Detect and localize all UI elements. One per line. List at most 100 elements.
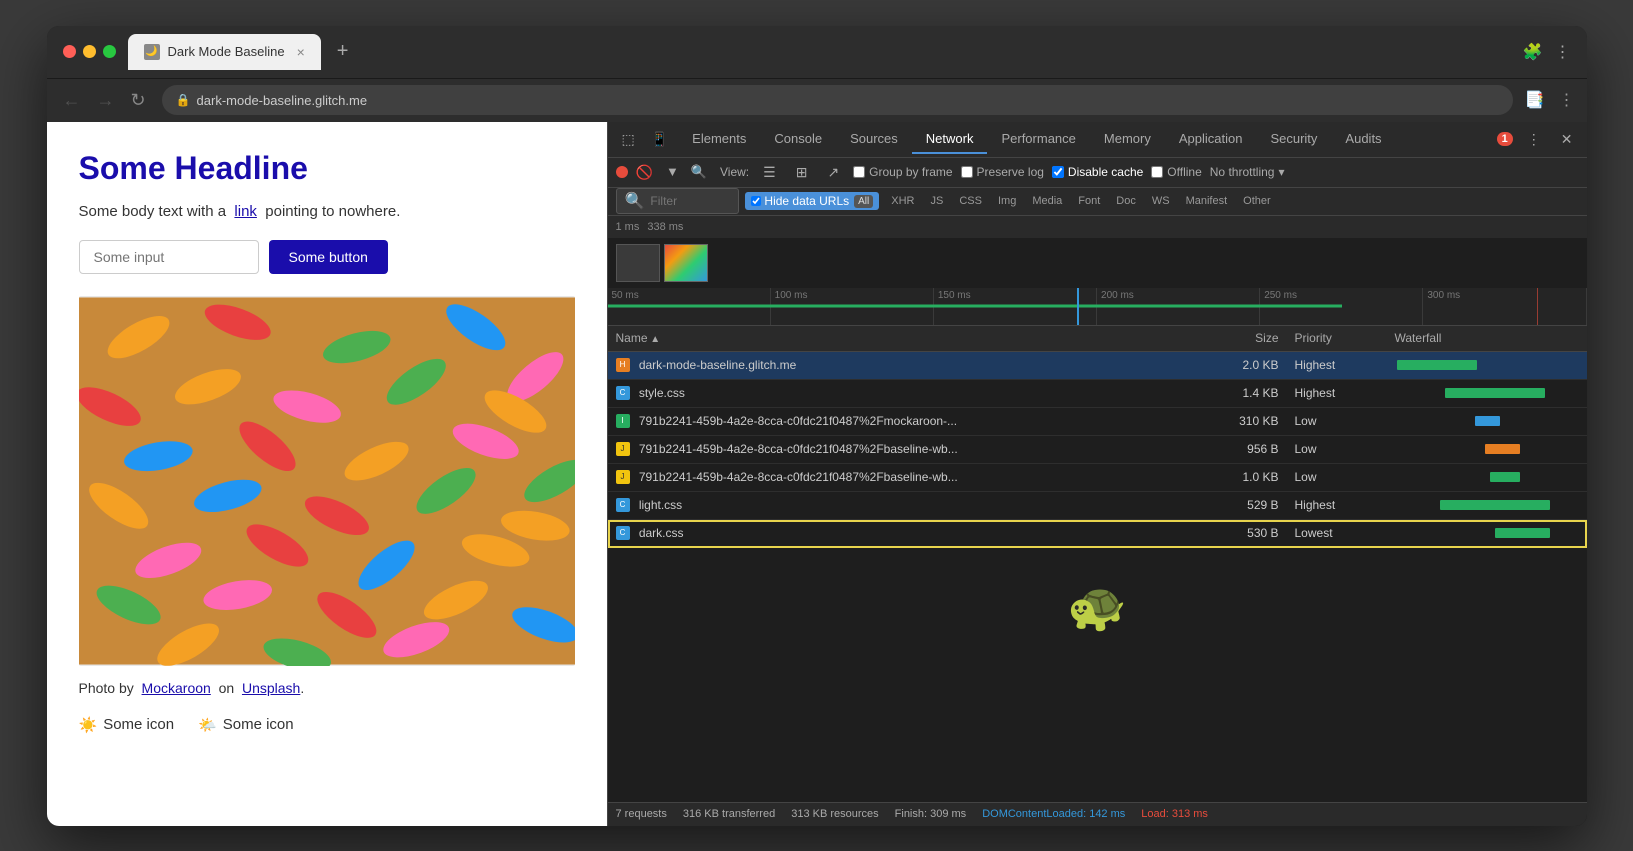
inspect-icon[interactable]: ⬚	[616, 127, 641, 152]
new-tab-button[interactable]: +	[329, 36, 357, 67]
type-filter-font[interactable]: Font	[1072, 193, 1106, 209]
filter-input[interactable]	[650, 194, 730, 208]
unsplash-link[interactable]: Unsplash	[242, 680, 300, 696]
table-row[interactable]: I 791b2241-459b-4a2e-8cca-c0fdc21f0487%2…	[608, 408, 1587, 436]
some-input[interactable]	[79, 240, 259, 274]
row-priority: Lowest	[1287, 526, 1387, 540]
row-priority: Highest	[1287, 386, 1387, 400]
record-button[interactable]	[616, 166, 628, 178]
group-by-frame-input[interactable]	[853, 166, 865, 178]
cursor-icon[interactable]: ↗	[821, 160, 845, 185]
page-link[interactable]: link	[234, 203, 257, 220]
type-filter-xhr[interactable]: XHR	[885, 193, 920, 209]
type-filter-doc[interactable]: Doc	[1110, 193, 1142, 209]
some-button[interactable]: Some button	[269, 240, 388, 274]
tab-memory[interactable]: Memory	[1090, 125, 1165, 154]
view-list-icon[interactable]: ☰	[757, 160, 782, 185]
throttling-select[interactable]: No throttling ▾	[1210, 165, 1285, 179]
row-waterfall	[1387, 498, 1587, 512]
hide-data-urls-checkbox[interactable]	[751, 196, 761, 206]
row-waterfall	[1387, 526, 1587, 540]
photo-credit: Photo by Mockaroon on Unsplash.	[79, 680, 575, 696]
table-row[interactable]: C dark.css 530 B Lowest	[608, 520, 1587, 548]
search-icon[interactable]: 🔍	[686, 162, 712, 182]
type-filter-img[interactable]: Img	[992, 193, 1022, 209]
table-row[interactable]: C light.css 529 B Highest	[608, 492, 1587, 520]
type-filter-ws[interactable]: WS	[1146, 193, 1176, 209]
tab-network[interactable]: Network	[912, 125, 988, 154]
close-button[interactable]	[63, 45, 76, 58]
type-filter-manifest[interactable]: Manifest	[1180, 193, 1234, 209]
table-row[interactable]: H dark-mode-baseline.glitch.me 2.0 KB Hi…	[608, 352, 1587, 380]
preserve-log-input[interactable]	[961, 166, 973, 178]
devtools-topbar: ⬚ 📱 Elements Console Sources Network Per…	[608, 122, 1587, 158]
filter-icon[interactable]: ▼	[661, 162, 684, 182]
maximize-button[interactable]	[103, 45, 116, 58]
group-by-frame-checkbox[interactable]: Group by frame	[853, 165, 952, 179]
type-filter-other[interactable]: Other	[1237, 193, 1277, 209]
lock-icon: 🔒	[176, 93, 191, 107]
row-name: J 791b2241-459b-4a2e-8cca-c0fdc21f0487%2…	[608, 442, 1187, 457]
view-grid-icon[interactable]: ⊞	[790, 160, 814, 185]
bookmark-icon[interactable]: 📑	[1525, 90, 1545, 110]
col-header-size[interactable]: Size	[1187, 331, 1287, 345]
waterfall-bar	[1397, 360, 1477, 370]
table-row[interactable]: C style.css 1.4 KB Highest	[608, 380, 1587, 408]
more-icon[interactable]: ⋮	[1555, 42, 1571, 62]
tab-favicon: 🌙	[144, 44, 160, 60]
forward-button[interactable]: →	[93, 88, 119, 113]
disable-cache-checkbox[interactable]: Disable cache	[1052, 165, 1143, 179]
clear-button[interactable]: 🚫	[636, 164, 653, 181]
sun-icon-2: 🌤️	[198, 716, 217, 734]
tab-audits[interactable]: Audits	[1331, 125, 1395, 154]
hide-data-urls-label: Hide data URLs	[764, 194, 849, 208]
col-header-name[interactable]: Name	[608, 331, 1187, 345]
col-header-waterfall[interactable]: Waterfall	[1387, 331, 1587, 345]
tab-application[interactable]: Application	[1165, 125, 1257, 154]
col-header-priority[interactable]: Priority	[1287, 331, 1387, 345]
type-filter-js[interactable]: JS	[925, 193, 950, 209]
file-icon: C	[616, 498, 630, 512]
view-label: View:	[720, 165, 749, 179]
waterfall-bar	[1495, 528, 1550, 538]
close-devtools-icon[interactable]: ✕	[1555, 127, 1579, 152]
row-name: C light.css	[608, 498, 1187, 513]
timeline-ruler[interactable]: 50 ms 100 ms 150 ms 200 ms 250 ms 300 ms	[608, 288, 1587, 325]
mockaroon-link[interactable]: Mockaroon	[142, 680, 211, 696]
window-controls: 🧩 ⋮	[1523, 42, 1571, 62]
row-size: 2.0 KB	[1187, 358, 1287, 372]
tab-performance[interactable]: Performance	[987, 125, 1089, 154]
tab-close-button[interactable]: ×	[297, 44, 305, 60]
row-waterfall	[1387, 442, 1587, 456]
offline-input[interactable]	[1151, 166, 1163, 178]
back-button[interactable]: ←	[59, 88, 85, 113]
extensions-icon[interactable]: 🧩	[1523, 42, 1543, 62]
device-icon[interactable]: 📱	[645, 127, 674, 152]
preserve-log-checkbox[interactable]: Preserve log	[961, 165, 1044, 179]
active-tab[interactable]: 🌙 Dark Mode Baseline ×	[128, 34, 321, 70]
icons-row: ☀️ Some icon 🌤️ Some icon	[79, 716, 575, 734]
table-row[interactable]: J 791b2241-459b-4a2e-8cca-c0fdc21f0487%2…	[608, 464, 1587, 492]
url-display: dark-mode-baseline.glitch.me	[197, 93, 368, 108]
table-row[interactable]: J 791b2241-459b-4a2e-8cca-c0fdc21f0487%2…	[608, 436, 1587, 464]
label-250ms: 250 ms	[1264, 290, 1297, 301]
icon-item-2: 🌤️ Some icon	[198, 716, 294, 734]
offline-checkbox[interactable]: Offline	[1151, 165, 1201, 179]
tab-console[interactable]: Console	[760, 125, 836, 154]
disable-cache-input[interactable]	[1052, 166, 1064, 178]
tab-elements[interactable]: Elements	[678, 125, 760, 154]
tab-security[interactable]: Security	[1256, 125, 1331, 154]
tab-sources[interactable]: Sources	[836, 125, 912, 154]
row-name: C style.css	[608, 386, 1187, 401]
disable-cache-label: Disable cache	[1068, 165, 1143, 179]
group-by-frame-label: Group by frame	[869, 165, 952, 179]
type-filter-media[interactable]: Media	[1026, 193, 1068, 209]
hide-data-urls-btn[interactable]: Hide data URLs All	[745, 192, 879, 210]
reload-button[interactable]: ↻	[127, 88, 150, 113]
menu-icon[interactable]: ⋮	[1559, 90, 1575, 110]
minimize-button[interactable]	[83, 45, 96, 58]
address-input[interactable]: 🔒 dark-mode-baseline.glitch.me	[162, 85, 1513, 115]
more-options-icon[interactable]: ⋮	[1521, 127, 1547, 152]
thumb-screenshot[interactable]	[664, 244, 708, 282]
type-filter-css[interactable]: CSS	[953, 193, 988, 209]
